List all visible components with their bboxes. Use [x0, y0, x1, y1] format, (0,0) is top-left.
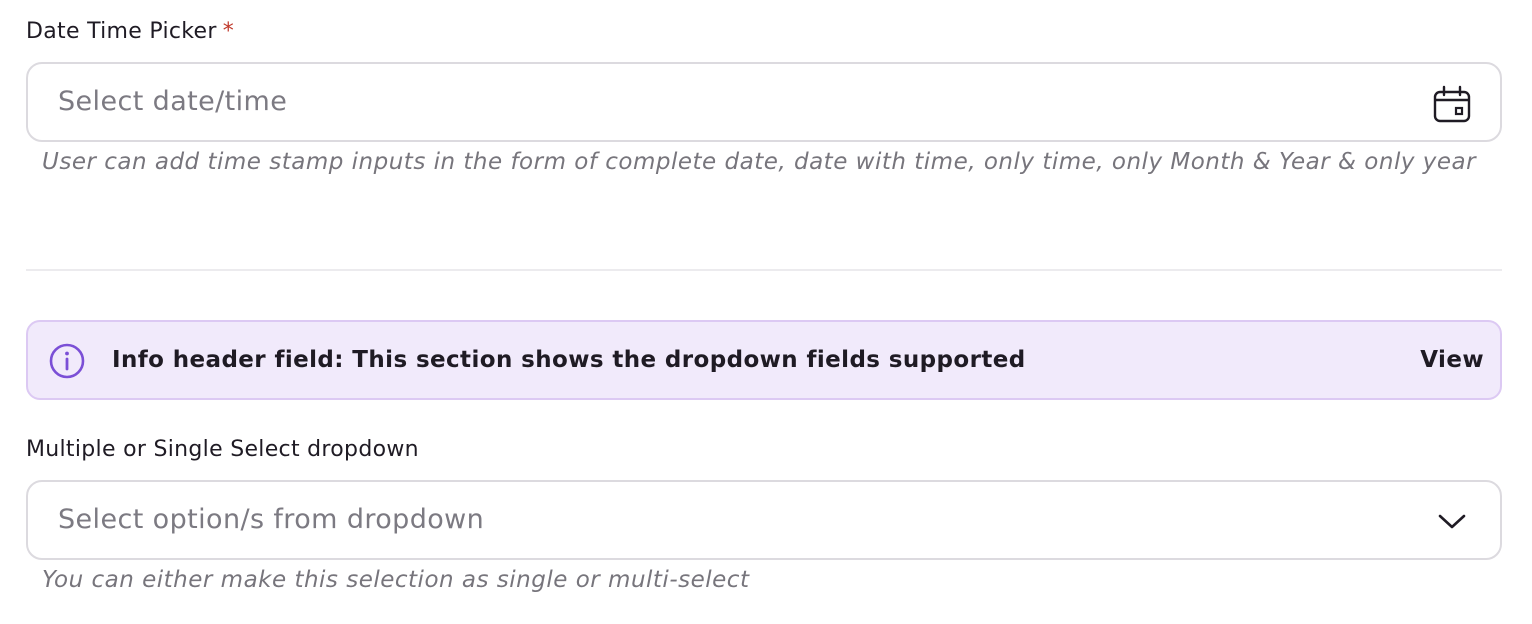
- view-button[interactable]: View: [1420, 322, 1484, 398]
- datetime-label-text: Date Time Picker: [26, 19, 217, 44]
- dropdown-field-label: Multiple or Single Select dropdown: [26, 437, 419, 462]
- dropdown-helper-text: You can either make this selection as si…: [42, 567, 750, 593]
- required-indicator: *: [222, 19, 235, 44]
- datetime-helper-text: User can add time stamp inputs in the fo…: [42, 149, 1477, 175]
- chevron-down-icon[interactable]: [1432, 502, 1472, 542]
- info-circle-icon: [48, 342, 86, 380]
- datetime-input[interactable]: Select date/time: [26, 62, 1502, 142]
- dropdown-select[interactable]: Select option/s from dropdown: [26, 480, 1502, 560]
- calendar-icon[interactable]: [1432, 84, 1472, 124]
- info-banner: Info header field: This section shows th…: [26, 320, 1502, 400]
- datetime-field-label: Date Time Picker *: [26, 19, 234, 44]
- dropdown-placeholder: Select option/s from dropdown: [58, 504, 485, 535]
- section-divider: [26, 269, 1502, 271]
- info-banner-text: Info header field: This section shows th…: [112, 347, 1026, 373]
- datetime-placeholder: Select date/time: [58, 86, 288, 117]
